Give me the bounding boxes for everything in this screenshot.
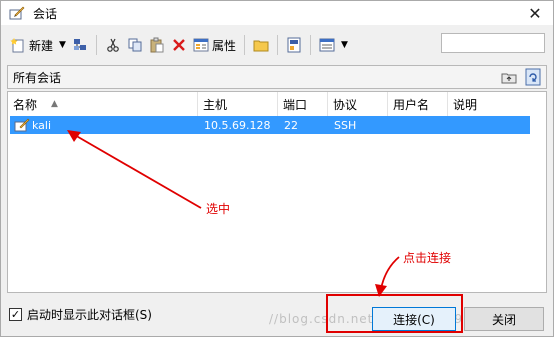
session-host: 10.5.69.128	[204, 118, 271, 132]
title-bar[interactable]: 会话 ✕	[1, 1, 553, 25]
new-dropdown-button[interactable]: ▼	[56, 33, 69, 57]
list-view-icon	[319, 37, 335, 53]
dropdown-arrow-icon: ▼	[340, 40, 348, 50]
sort-ascending-icon: ▲	[51, 99, 58, 109]
search-input[interactable]	[442, 34, 544, 52]
new-folder-button[interactable]	[69, 33, 91, 57]
window-title: 会话	[33, 6, 58, 21]
view-dropdown-button[interactable]: ▼	[338, 33, 351, 57]
session-list[interactable]: 名称 ▲ 主机 端口 协议 用户名 说明 kali 10.5.69.128 22…	[7, 91, 547, 293]
show-at-startup-label: 启动时显示此对话框(S)	[27, 308, 152, 322]
toolbar-separator	[95, 35, 97, 55]
column-header-protocol[interactable]: 协议	[328, 92, 388, 116]
column-host-label: 主机	[203, 97, 228, 112]
session-protocol: SSH	[334, 118, 357, 132]
toolbar-separator	[276, 35, 278, 55]
folder-path-bar: 所有会话	[7, 65, 547, 89]
paste-button[interactable]	[146, 33, 168, 57]
column-port-label: 端口	[283, 97, 308, 112]
column-username-label: 用户名	[393, 97, 430, 112]
copy-button[interactable]	[124, 33, 146, 57]
session-port: 22	[284, 118, 298, 132]
column-header-description[interactable]: 说明	[448, 92, 546, 116]
copy-icon	[127, 37, 143, 53]
view-button[interactable]	[316, 33, 338, 57]
session-tools-button[interactable]	[283, 33, 305, 57]
session-app-icon	[9, 5, 25, 21]
close-window-icon[interactable]: ✕	[523, 3, 547, 23]
network-folder-icon	[72, 37, 88, 53]
list-header: 名称 ▲ 主机 端口 协议 用户名 说明	[8, 92, 546, 116]
column-header-host[interactable]: 主机	[198, 92, 278, 116]
show-at-startup-checkbox[interactable]: ✓	[9, 308, 22, 321]
cut-button[interactable]	[102, 33, 124, 57]
column-name-label: 名称	[13, 97, 38, 112]
session-row[interactable]: kali 10.5.69.128 22 SSH	[10, 116, 530, 134]
folder-icon	[253, 37, 269, 53]
scissors-icon	[105, 37, 121, 53]
delete-x-icon	[171, 37, 187, 53]
delete-button[interactable]	[168, 33, 190, 57]
select-annotation: 选中	[206, 202, 231, 216]
close-button[interactable]: 关闭	[464, 307, 544, 331]
toolbar-separator	[243, 35, 245, 55]
new-icon	[10, 37, 26, 53]
new-session-button[interactable]: 新建	[7, 33, 56, 57]
connect-highlight-box	[326, 294, 463, 333]
session-icon	[14, 116, 30, 134]
column-header-port[interactable]: 端口	[278, 92, 328, 116]
paste-icon	[149, 37, 165, 53]
show-at-startup-option[interactable]: ✓ 启动时显示此对话框(S)	[9, 306, 152, 323]
session-tools-icon	[286, 37, 302, 53]
connect-annotation: 点击连接	[403, 251, 452, 265]
column-description-label: 说明	[453, 97, 478, 112]
refresh-icon[interactable]	[524, 68, 542, 86]
folder-up-icon[interactable]	[500, 68, 518, 86]
folder-button[interactable]	[250, 33, 272, 57]
properties-label: 属性	[211, 38, 236, 53]
toolbar: 新建 ▼ 属性 ▼	[1, 29, 553, 61]
column-protocol-label: 协议	[333, 97, 358, 112]
properties-icon	[193, 37, 209, 53]
column-header-username[interactable]: 用户名	[388, 92, 448, 116]
new-label: 新建	[29, 38, 54, 53]
sessions-window: 会话 ✕ 新建 ▼ 属性 ▼ 所有会话 名称 ▲ 主机 端口 协议 用户名 说明…	[0, 0, 554, 337]
properties-button[interactable]: 属性	[190, 33, 239, 57]
toolbar-separator	[309, 35, 311, 55]
session-name: kali	[32, 118, 52, 132]
folder-path-label: 所有会话	[13, 70, 62, 85]
column-header-name[interactable]: 名称 ▲	[8, 92, 198, 116]
dropdown-arrow-icon: ▼	[59, 40, 66, 50]
search-box[interactable]	[441, 33, 545, 53]
